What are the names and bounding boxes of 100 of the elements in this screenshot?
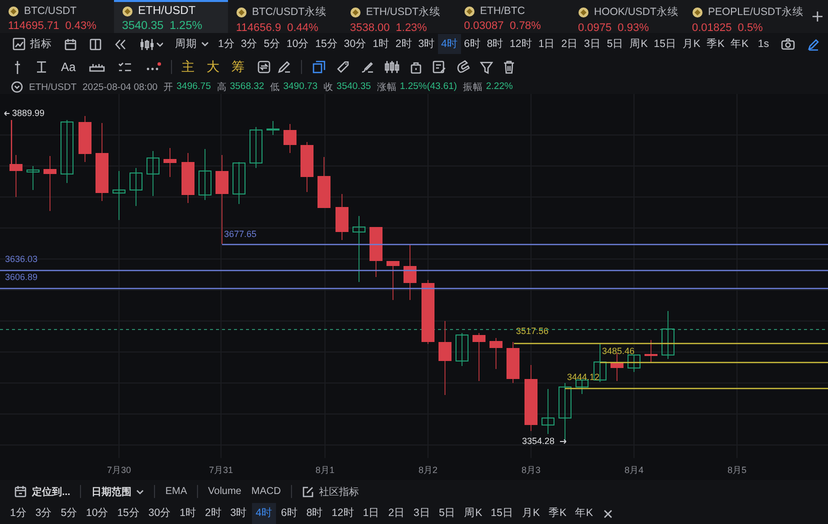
ticker-tab[interactable]: ETH/BTC 0.03087 0.78% — [456, 0, 570, 33]
interval-button[interactable]: 1s — [758, 38, 769, 50]
lock-icon[interactable] — [410, 60, 422, 74]
rewind-icon[interactable] — [114, 38, 127, 50]
tag-icon[interactable] — [336, 60, 350, 74]
chip-button[interactable]: 主 — [182, 58, 195, 76]
note-icon[interactable] — [432, 60, 446, 74]
community-indicator-button[interactable]: 社区指标 — [302, 484, 359, 498]
period-button[interactable]: 5日 — [604, 34, 627, 54]
ticker-tab[interactable]: ETH/USDT 3540.35 1.25% — [114, 0, 228, 33]
chip-button[interactable]: 大 — [206, 58, 220, 76]
vertical-line-icon[interactable] — [13, 60, 22, 74]
calendar-icon[interactable] — [64, 38, 77, 50]
indicator-button[interactable]: MACD — [251, 486, 281, 497]
indicator-button[interactable]: 指标 — [12, 37, 52, 51]
period-button[interactable]: 月K — [679, 34, 704, 54]
filter-icon[interactable] — [480, 60, 493, 74]
support-line[interactable] — [600, 362, 828, 364]
chip-button[interactable]: 筹 — [232, 58, 245, 76]
period-button[interactable]: 12时 — [506, 34, 536, 54]
period-button[interactable]: 1分 — [215, 34, 238, 54]
indicator-button[interactable]: Volume — [208, 486, 242, 497]
camera-icon[interactable] — [781, 38, 795, 50]
period-button[interactable]: 3日 — [410, 503, 434, 524]
support-line[interactable] — [0, 288, 828, 290]
period-button[interactable]: 5分 — [260, 34, 284, 54]
candle — [198, 148, 212, 200]
period-button[interactable]: 年K — [570, 503, 597, 524]
period-button[interactable]: 15分 — [113, 503, 144, 524]
info-datetime: 2025-08-04 08:00 — [82, 82, 158, 92]
layout-icon[interactable] — [89, 38, 102, 50]
swap-icon[interactable] — [256, 60, 271, 74]
period-button[interactable]: 周K — [460, 503, 486, 524]
close-icon[interactable] — [603, 508, 614, 518]
candles-icon[interactable] — [384, 60, 400, 74]
period-button[interactable]: 15日 — [650, 34, 680, 54]
period-button[interactable]: 季K — [544, 503, 570, 524]
period-button[interactable]: 4时 — [438, 34, 461, 54]
brush-icon[interactable] — [360, 60, 374, 74]
period-button[interactable]: 5日 — [434, 503, 460, 524]
period-button[interactable]: 8时 — [302, 503, 328, 524]
date-range-dropdown[interactable]: 日期范围 — [91, 484, 144, 498]
list-icon[interactable] — [118, 60, 132, 74]
period-button[interactable]: 1时 — [370, 34, 392, 54]
period-button[interactable]: 3时 — [415, 34, 438, 54]
copy-icon[interactable] — [312, 60, 326, 74]
locate-button[interactable]: 定位到... — [14, 484, 70, 498]
info-value: 2.22% — [486, 80, 513, 94]
period-button[interactable]: 10分 — [82, 503, 113, 524]
period-button[interactable]: 3时 — [226, 503, 252, 524]
period-button[interactable]: 1日 — [535, 34, 558, 54]
ruler-icon[interactable] — [88, 61, 105, 73]
period-button[interactable]: 8时 — [484, 34, 507, 54]
period-button[interactable]: 3分 — [238, 34, 261, 54]
period-button[interactable]: 15日 — [486, 503, 518, 524]
ticker-tab[interactable]: BTC/USDT 114695.71 0.43% — [0, 0, 114, 33]
period-button[interactable]: 季K — [703, 34, 728, 54]
ticker-tab[interactable]: ETH/USDT永续 3538.00 1.23% — [342, 0, 456, 33]
support-line[interactable] — [565, 388, 828, 390]
period-dropdown[interactable]: 周期 — [175, 37, 209, 51]
ticker-tab[interactable]: HOOK/USDT永续 0.0975 0.93% — [570, 0, 684, 33]
text-line-icon[interactable] — [35, 60, 48, 74]
candle — [182, 152, 194, 204]
period-button[interactable]: 月K — [518, 503, 544, 524]
period-button[interactable]: 周K — [626, 34, 651, 54]
support-line[interactable] — [0, 270, 828, 272]
support-line[interactable] — [514, 342, 828, 344]
pencil-icon[interactable] — [807, 38, 820, 50]
trash-icon[interactable] — [502, 60, 515, 74]
period-button[interactable]: 3分 — [31, 503, 56, 524]
period-button[interactable]: 2时 — [200, 503, 226, 524]
period-button[interactable]: 6时 — [460, 34, 484, 54]
arrow-icon — [4, 111, 10, 116]
chart-type-icon[interactable] — [139, 38, 163, 50]
period-button[interactable]: 6时 — [276, 503, 302, 524]
period-button[interactable]: 5分 — [56, 503, 82, 524]
period-button[interactable]: 3日 — [581, 34, 604, 54]
period-button[interactable]: 15分 — [312, 34, 341, 54]
period-button[interactable]: 2日 — [558, 34, 582, 54]
coin-icon — [350, 6, 361, 18]
magnet-icon[interactable] — [456, 60, 470, 74]
pen-tool-icon[interactable] — [276, 60, 291, 74]
font-button[interactable]: Aa — [61, 60, 76, 74]
period-button[interactable]: 30分 — [144, 503, 176, 524]
period-button[interactable]: 2日 — [384, 503, 410, 524]
period-button[interactable]: 1日 — [358, 503, 384, 524]
period-button[interactable]: 4时 — [252, 503, 276, 524]
ticker-tab[interactable]: BTC/USDT永续 114656.9 0.44% — [228, 0, 342, 33]
period-button[interactable]: 30分 — [340, 34, 370, 54]
period-button[interactable]: 1分 — [6, 503, 31, 524]
collapse-icon[interactable] — [11, 81, 23, 93]
indicator-button[interactable]: EMA — [165, 486, 188, 497]
period-button[interactable]: 1时 — [176, 503, 200, 524]
more-icon[interactable] — [144, 62, 161, 72]
period-button[interactable]: 12时 — [328, 503, 358, 524]
add-icon[interactable] — [812, 11, 823, 22]
period-button[interactable]: 年K — [727, 34, 752, 54]
support-line[interactable] — [222, 244, 828, 246]
period-button[interactable]: 10分 — [284, 34, 312, 54]
period-button[interactable]: 2时 — [392, 34, 416, 54]
